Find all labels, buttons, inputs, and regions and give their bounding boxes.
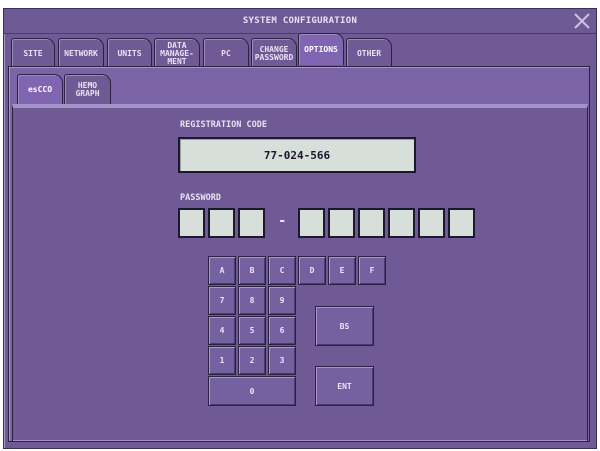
tab-pc[interactable]: PC bbox=[203, 38, 249, 68]
password-digit-6[interactable] bbox=[358, 208, 385, 238]
key-c[interactable]: C bbox=[268, 256, 296, 285]
tab-change-password[interactable]: CHANGE PASSWORD bbox=[251, 38, 297, 68]
tab-network[interactable]: NETWORK bbox=[58, 38, 104, 68]
key-d[interactable]: D bbox=[298, 256, 326, 285]
password-digit-5[interactable] bbox=[328, 208, 355, 238]
password-digit-3[interactable] bbox=[238, 208, 265, 238]
tab-other[interactable]: OTHER bbox=[346, 38, 392, 68]
password-digit-2[interactable] bbox=[208, 208, 235, 238]
enter-button[interactable]: ENT bbox=[315, 366, 374, 406]
key-7[interactable]: 7 bbox=[208, 286, 236, 315]
tab-units[interactable]: UNITS bbox=[107, 38, 152, 68]
key-b[interactable]: B bbox=[238, 256, 266, 285]
key-8[interactable]: 8 bbox=[238, 286, 266, 315]
password-digit-7[interactable] bbox=[388, 208, 415, 238]
close-icon[interactable] bbox=[572, 11, 592, 31]
key-0[interactable]: 0 bbox=[208, 376, 296, 406]
key-5[interactable]: 5 bbox=[238, 316, 266, 345]
key-3[interactable]: 3 bbox=[268, 346, 296, 375]
key-1[interactable]: 1 bbox=[208, 346, 236, 375]
tab-site[interactable]: SITE bbox=[11, 38, 55, 68]
tab-escco[interactable]: esCCO bbox=[17, 74, 63, 104]
key-e[interactable]: E bbox=[328, 256, 356, 285]
key-f[interactable]: F bbox=[358, 256, 386, 285]
password-digit-9[interactable] bbox=[448, 208, 475, 238]
password-digit-8[interactable] bbox=[418, 208, 445, 238]
backspace-button[interactable]: BS bbox=[315, 306, 374, 346]
password-digit-1[interactable] bbox=[178, 208, 205, 238]
key-6[interactable]: 6 bbox=[268, 316, 296, 345]
password-label: PASSWORD bbox=[180, 193, 221, 203]
title-bar: SYSTEM CONFIGURATION bbox=[4, 9, 596, 34]
window-title: SYSTEM CONFIGURATION bbox=[242, 16, 358, 26]
key-a[interactable]: A bbox=[208, 256, 236, 285]
tab-data-management[interactable]: DATA MANAGE- MENT bbox=[154, 38, 200, 68]
tab-hemograph[interactable]: HEMO GRAPH bbox=[64, 74, 111, 104]
key-9[interactable]: 9 bbox=[268, 286, 296, 315]
tab-options[interactable]: OPTIONS bbox=[298, 33, 344, 65]
password-separator: - bbox=[278, 213, 287, 229]
registration-code-label: REGISTRATION CODE bbox=[180, 120, 267, 130]
registration-code-field: 77-024-566 bbox=[178, 137, 416, 173]
password-digit-4[interactable] bbox=[298, 208, 325, 238]
key-2[interactable]: 2 bbox=[238, 346, 266, 375]
key-4[interactable]: 4 bbox=[208, 316, 236, 345]
